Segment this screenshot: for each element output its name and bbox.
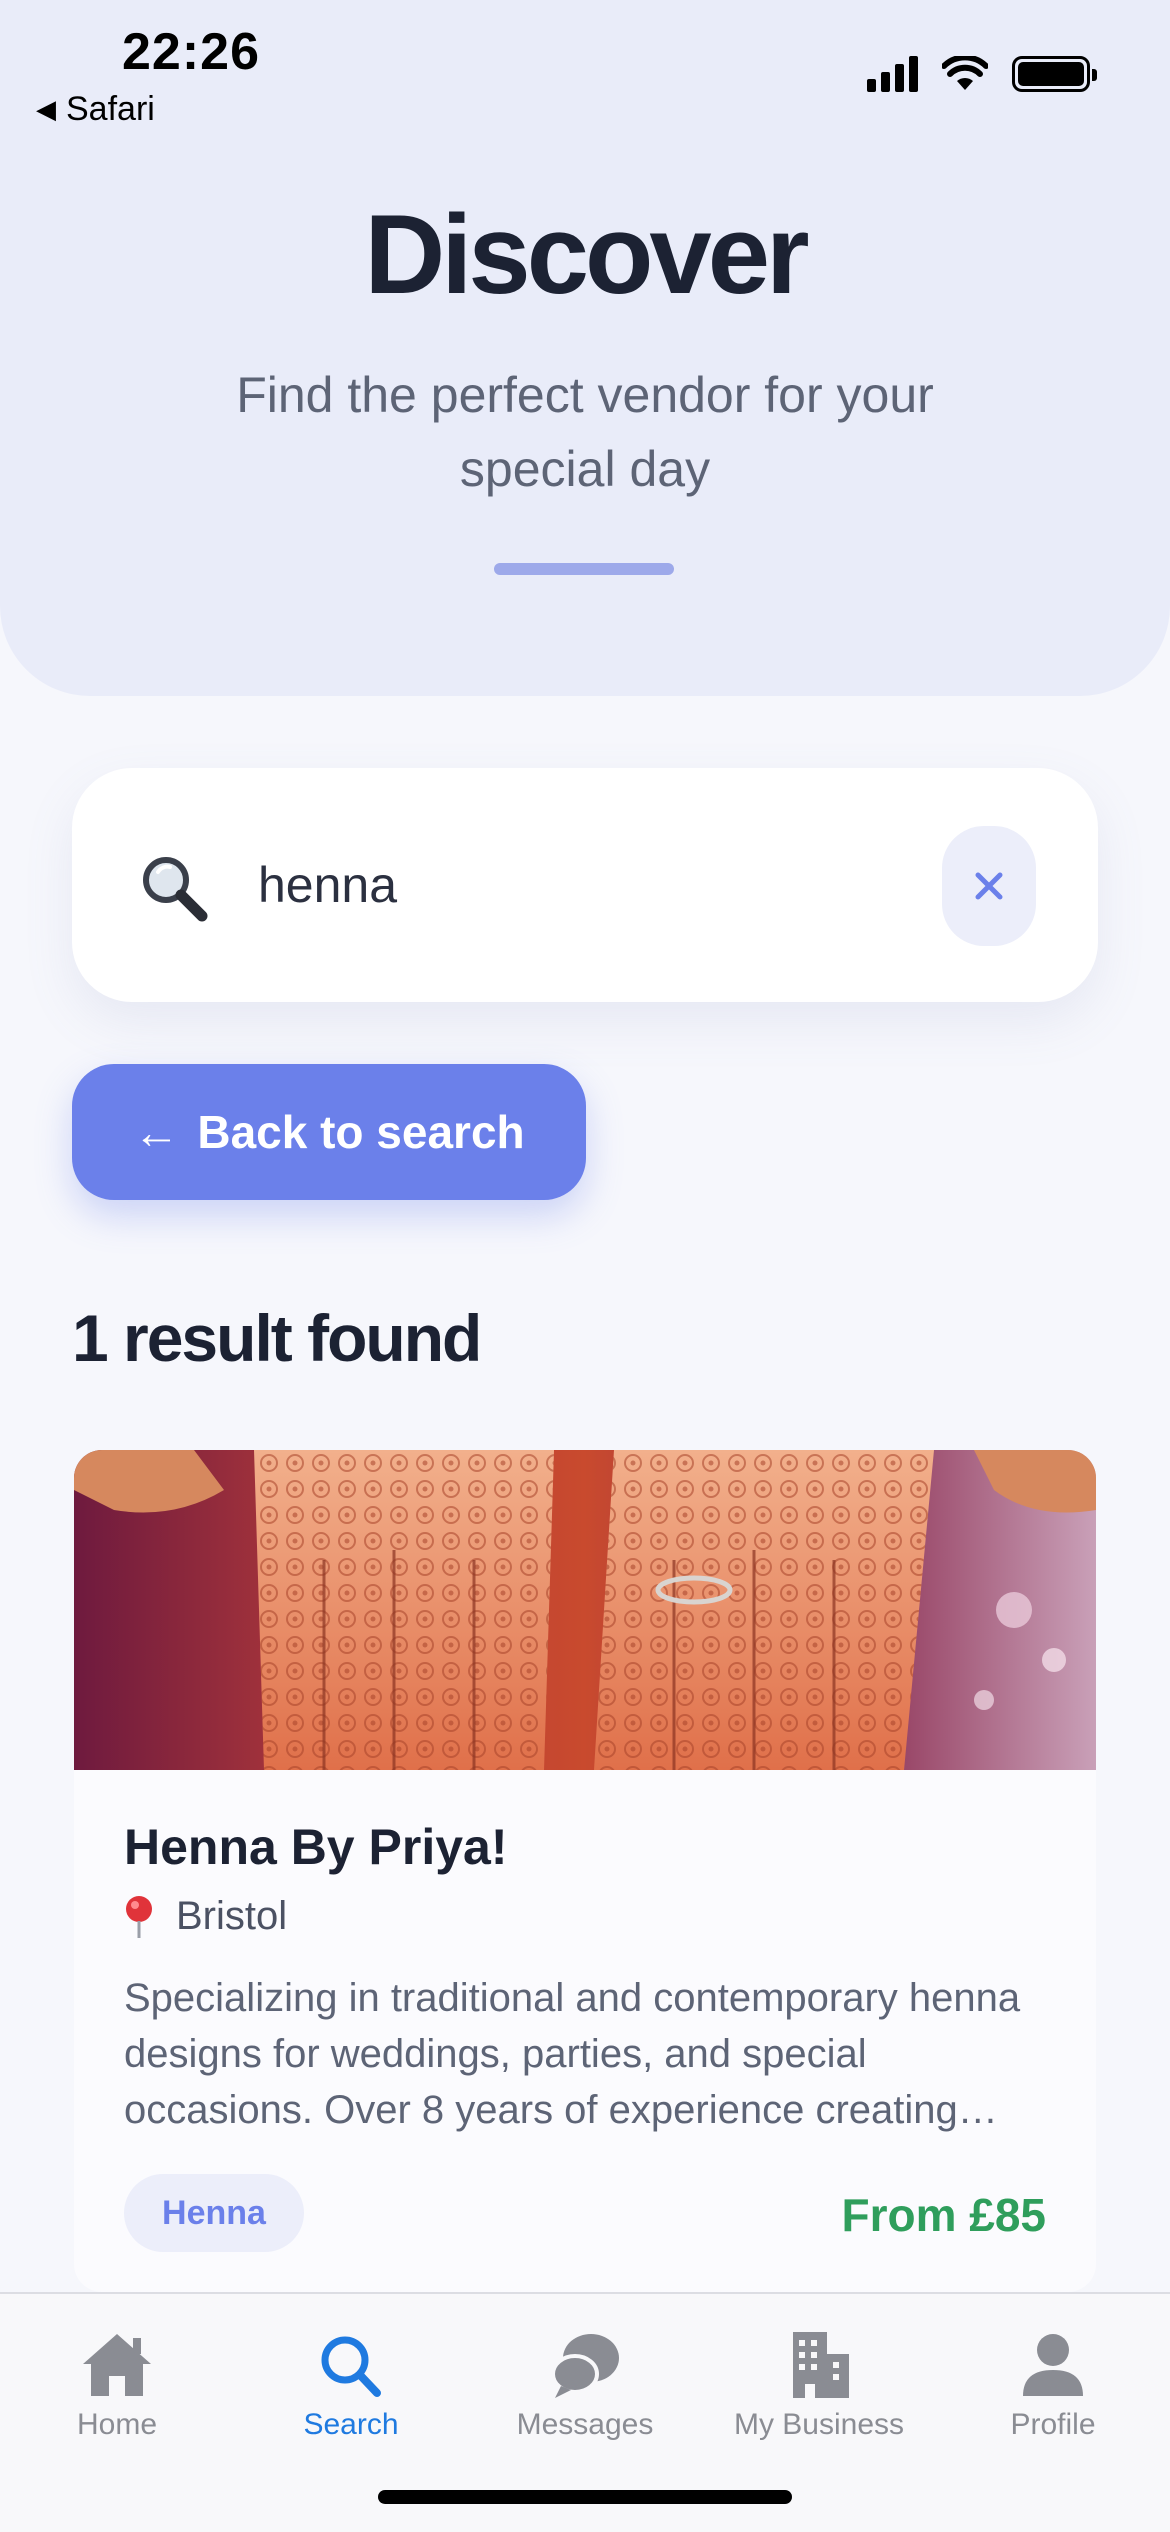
page-subtitle: Find the perfect vendor for your special… xyxy=(236,367,934,497)
home-indicator xyxy=(378,2490,792,2504)
discover-screen: 22:26 ◀ Safari Discover Find the perfect… xyxy=(0,0,1170,2532)
vendor-location-label: Bristol xyxy=(176,1894,288,1938)
back-to-search-button[interactable]: ← Back to search xyxy=(72,1064,586,1200)
back-app-label: Safari xyxy=(66,90,155,128)
header: 22:26 ◀ Safari Discover Find the perfect… xyxy=(0,0,1170,696)
tab-search[interactable]: Search xyxy=(234,2330,468,2450)
page-title: Discover xyxy=(364,192,809,317)
arrow-left-icon: ← xyxy=(133,1106,180,1158)
back-triangle-icon: ◀ xyxy=(36,94,56,124)
vendor-name: Henna By Priya! xyxy=(124,1819,508,1875)
back-to-app-link[interactable]: ◀ Safari xyxy=(36,90,155,129)
tab-messages[interactable]: Messages xyxy=(468,2330,702,2450)
tab-my-business-label: My Business xyxy=(733,2408,905,2441)
tab-messages-label: Messages xyxy=(516,2408,654,2441)
clear-search-button[interactable] xyxy=(942,826,1036,946)
tab-home-label: Home xyxy=(76,2408,158,2441)
vendor-price: From £85 xyxy=(841,2189,1046,2241)
home-icon xyxy=(83,2334,151,2396)
header-divider xyxy=(494,563,674,575)
tab-profile-label: Profile xyxy=(1010,2408,1096,2441)
tab-profile[interactable]: Profile xyxy=(936,2330,1170,2450)
tab-my-business[interactable]: My Business xyxy=(702,2330,936,2450)
search-icon xyxy=(321,2336,381,2397)
profile-icon xyxy=(1023,2334,1083,2396)
battery-icon xyxy=(1012,56,1097,92)
close-icon xyxy=(975,872,1003,900)
tab-search-label: Search xyxy=(303,2408,399,2441)
tab-home[interactable]: Home xyxy=(0,2330,234,2450)
status-time: 22:26 xyxy=(122,23,260,81)
location-pin-icon xyxy=(126,1895,152,1938)
business-icon xyxy=(793,2332,849,2398)
search-box xyxy=(72,768,1098,1002)
results-count: 1 result found xyxy=(72,1301,482,1375)
vendor-location: Bristol xyxy=(124,1894,287,1939)
search-input[interactable] xyxy=(258,840,958,930)
cellular-signal-icon xyxy=(867,56,918,92)
category-tag: Henna xyxy=(124,2174,304,2252)
status-bar: 22:26 ◀ Safari xyxy=(0,0,1170,130)
vendor-card[interactable]: Henna By Priya! Bristol Specializing in … xyxy=(74,1450,1096,2292)
magnifier-icon xyxy=(143,857,208,922)
back-to-search-label: Back to search xyxy=(197,1106,525,1158)
vendor-photo xyxy=(74,1450,1096,1770)
messages-icon xyxy=(551,2334,619,2398)
wifi-icon xyxy=(942,56,988,90)
status-icons xyxy=(867,56,1097,92)
vendor-description: Specializing in traditional and contempo… xyxy=(124,1976,1021,2132)
